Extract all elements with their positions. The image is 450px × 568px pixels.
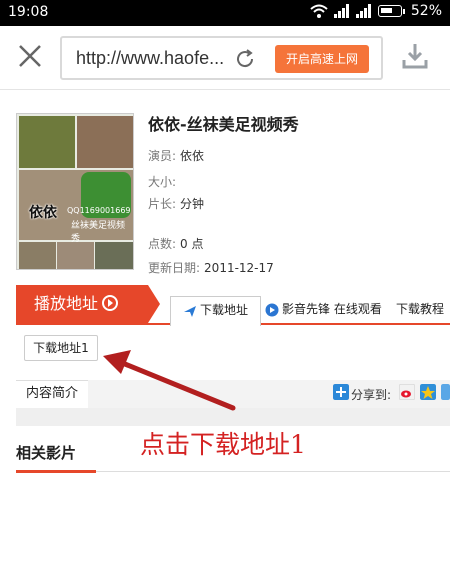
info-label: 大小: [148,175,177,189]
download-link-1-button[interactable]: 下载地址1 [24,335,98,361]
browser-toolbar: http://www.haofe... 开启高速上网 [0,26,450,90]
thumb-panel [95,242,133,269]
tab-download-address[interactable]: 下载地址 [170,296,262,326]
share-label: 分享到: [351,388,392,402]
info-label: 点数: [148,237,177,251]
status-bar: 19:08 52% [0,0,450,26]
related-movies-heading: 相关影片 [16,444,77,462]
tab-online-watch[interactable]: 影音先锋 在线观看 [265,296,382,326]
share-more-icon[interactable] [441,384,450,400]
info-label: 片长: [148,197,177,211]
info-points: 点数: 0 点 [148,235,204,252]
status-icons: 52% [310,3,442,19]
info-value: 2011-12-17 [204,261,274,275]
tab-label: 下载地址 [200,303,249,317]
tab-download-tutorial[interactable]: 下载教程 [396,296,444,326]
signal-icon [333,4,349,18]
tab-label: 下载教程 [396,302,445,316]
info-value: 依依 [180,149,205,163]
play-address-heading: 播放地址 [16,285,160,323]
plus-icon[interactable] [333,384,349,400]
close-icon[interactable] [16,42,44,70]
reload-icon[interactable] [234,48,256,70]
play-heading-text: 播放地址 [34,294,99,313]
info-duration: 片长: 分钟 [148,195,204,212]
info-value: 分钟 [180,197,205,211]
url-text: http://www.haofe... [76,48,225,68]
info-actor: 演员: 依依 [148,147,204,164]
wifi-icon [310,4,328,18]
url-bar[interactable]: http://www.haofe... 开启高速上网 [60,36,383,80]
intro-tab[interactable]: 内容简介 [16,380,88,408]
info-label: 演员: [148,149,177,163]
accelerate-button[interactable]: 开启高速上网 [275,45,369,73]
info-value: 0 点 [180,237,204,251]
related-accent-line [16,470,96,473]
annotation-text: 点击下载地址1 [140,430,306,459]
thumb-panel [19,116,75,168]
movie-thumbnail[interactable]: 依依 QQ1169001669 丝袜美足视频秀 [16,113,134,270]
intro-content [16,408,450,426]
bird-icon [184,305,196,317]
signal-icon-2 [355,4,371,18]
play-icon [102,295,119,311]
download-icon[interactable] [400,41,430,71]
info-label: 更新日期: [148,261,201,275]
player-icon [265,303,279,316]
info-date: 更新日期: 2011-12-17 [148,259,274,276]
info-size: 大小: [148,173,180,190]
status-time: 19:08 [8,4,49,20]
thumb-panel [57,242,94,269]
thumb-caption: 依依 [29,205,57,221]
battery-percent: 52% [410,3,442,19]
weibo-icon[interactable] [399,384,415,400]
thumb-panel [19,242,56,269]
tab-label: 影音先锋 在线观看 [282,302,382,316]
qzone-star-icon[interactable] [420,384,436,400]
thumb-panel [77,116,133,168]
battery-icon [377,5,402,17]
thumb-subtitle: 丝袜美足视频秀 [71,221,126,244]
battery-tip [402,8,405,14]
movie-title: 依依-丝袜美足视频秀 [148,115,299,134]
thumb-qq: QQ1169001669 [67,206,131,215]
